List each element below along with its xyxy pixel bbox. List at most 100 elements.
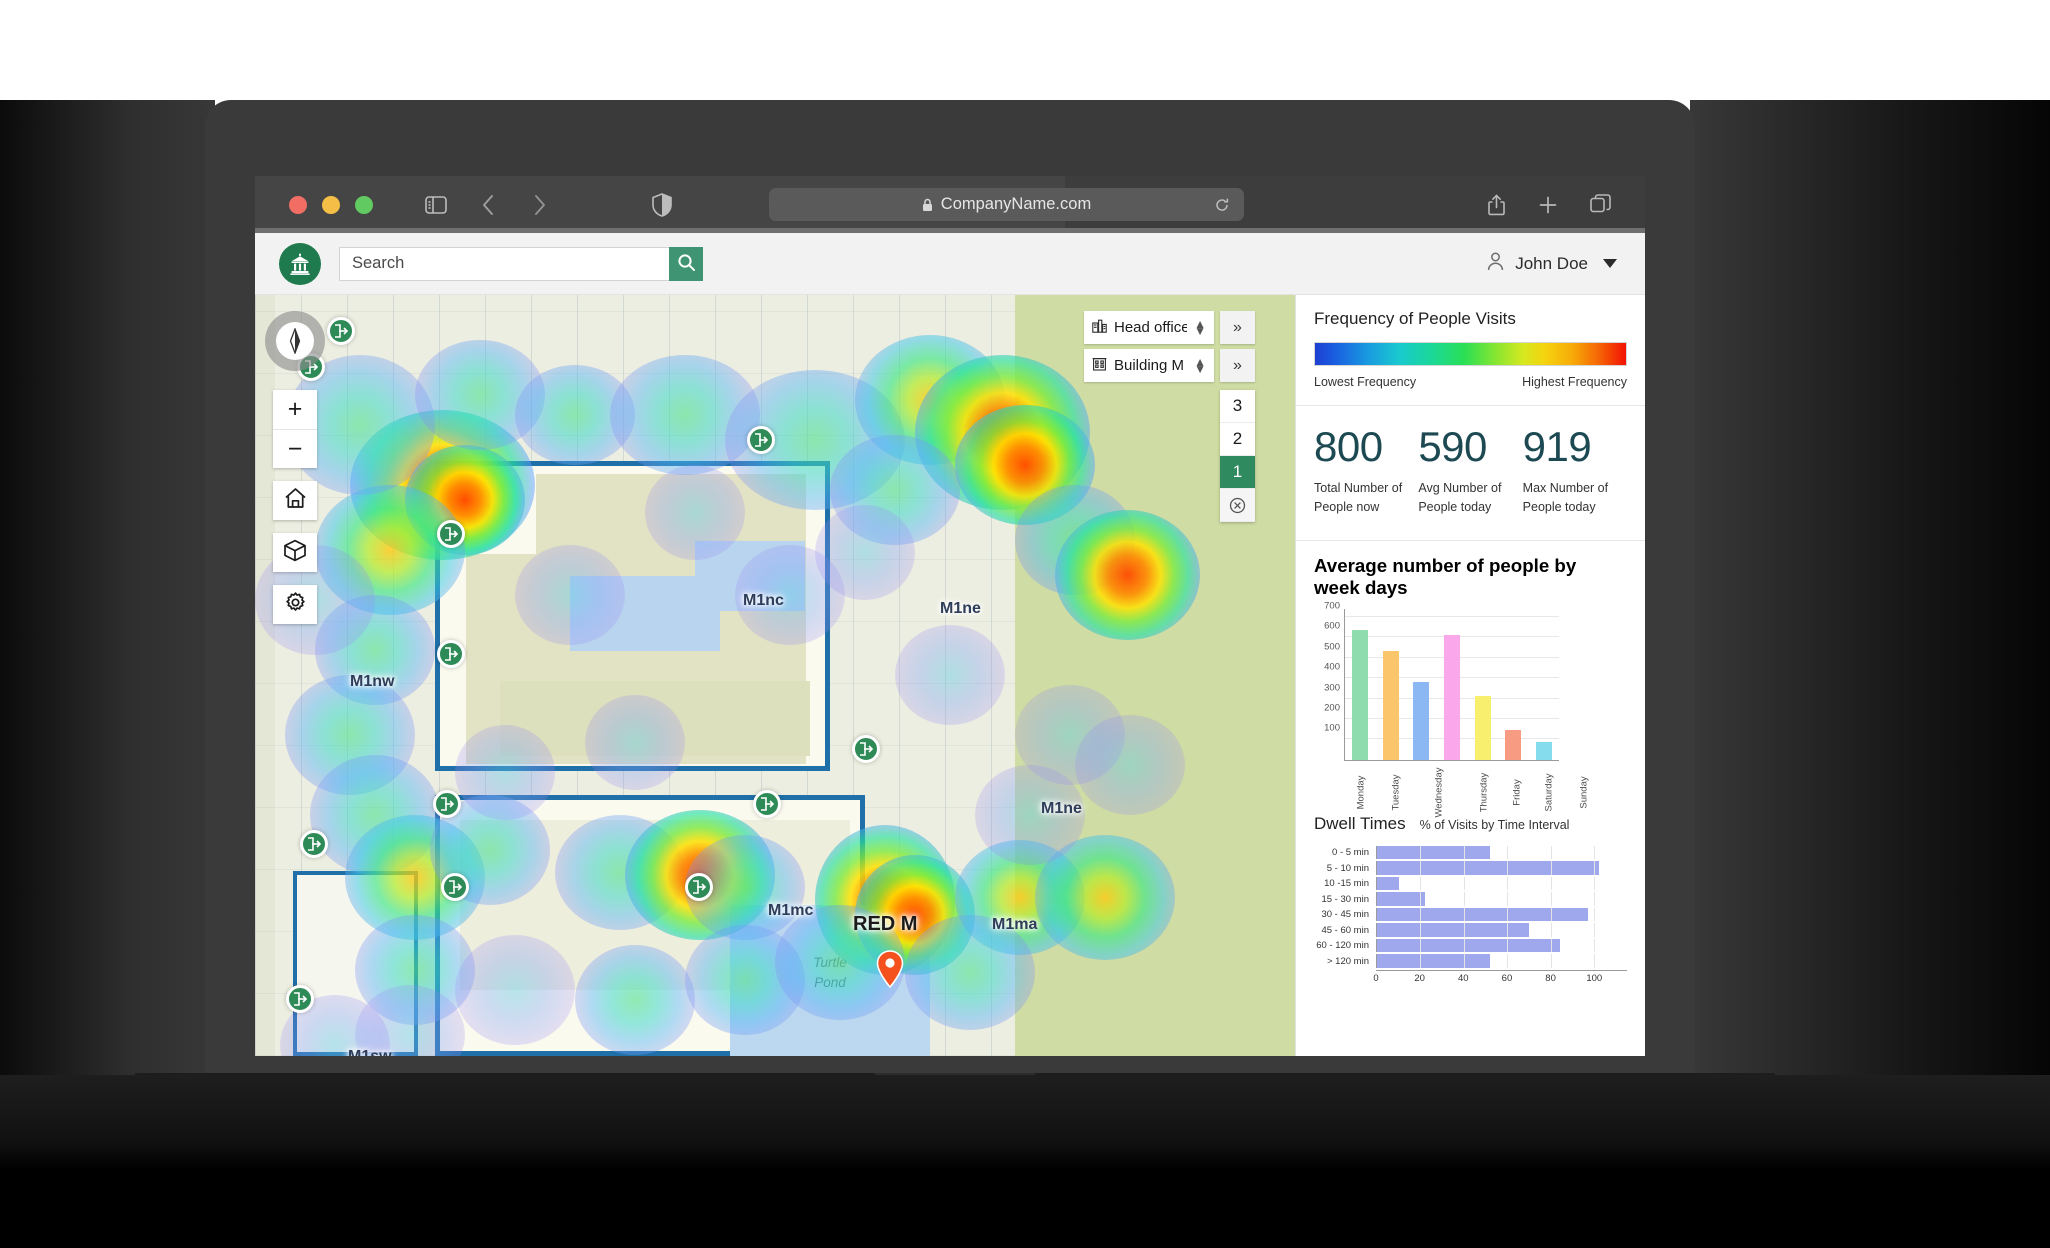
y-axis-tick: 400	[1324, 661, 1340, 673]
building-selector[interactable]: Building M ▲ ▼	[1084, 349, 1214, 382]
gridline	[1550, 923, 1552, 937]
office-selector[interactable]: Head office ▲ ▼	[1084, 311, 1214, 344]
gridline	[1420, 923, 1422, 937]
weekday-chart-xlabels: Monday Tuesday Wednesday Thursday Friday Satu…	[1344, 761, 1589, 817]
close-window-button[interactable]	[289, 195, 307, 214]
zoom-in-button[interactable]: +	[273, 390, 317, 429]
window-controls[interactable]	[289, 195, 373, 214]
floor-selector: 321	[1220, 390, 1255, 522]
x-axis-tick: 20	[1414, 972, 1425, 984]
laptop-left-shadow	[0, 100, 215, 1075]
bar[interactable]	[1474, 695, 1491, 760]
search-button[interactable]	[669, 246, 703, 281]
bar[interactable]	[1505, 729, 1522, 760]
dwell-category-label: 45 - 60 min	[1321, 924, 1369, 936]
dwell-x-axis: 0 20 40 60 80 100	[1373, 969, 1627, 984]
search-input[interactable]	[339, 246, 669, 281]
screenshot-stage: CompanyName.com Search John Doe Turtle P…	[0, 0, 2050, 1248]
dwell-bar[interactable]	[1377, 876, 1399, 891]
home-control-group	[273, 481, 317, 520]
home-button[interactable]	[273, 481, 317, 520]
laptop-right-shadow	[1690, 100, 2050, 1075]
dwell-bar[interactable]	[1377, 892, 1425, 906]
gridline	[1594, 923, 1596, 937]
floor-button-1[interactable]: 1	[1220, 456, 1255, 489]
bar[interactable]	[1413, 682, 1430, 760]
y-axis-tick: 200	[1324, 702, 1340, 714]
dwell-bar[interactable]	[1377, 954, 1491, 968]
map-exit-marker-icon[interactable]	[437, 520, 465, 548]
gridline	[1420, 845, 1422, 860]
forward-arrow-icon[interactable]	[525, 190, 555, 220]
dwell-category-label: 5 - 10 min	[1326, 862, 1369, 874]
map-exit-marker-icon[interactable]	[327, 317, 355, 345]
floor-button-2[interactable]: 2	[1220, 423, 1255, 456]
map-exit-marker-icon[interactable]	[437, 640, 465, 668]
bar[interactable]	[1444, 635, 1461, 760]
share-icon[interactable]	[1481, 190, 1511, 220]
user-menu[interactable]: John Doe	[1487, 252, 1621, 276]
compass-control[interactable]	[265, 311, 325, 371]
shield-privacy-icon[interactable]	[647, 190, 677, 220]
bar[interactable]	[1382, 650, 1399, 760]
gridline	[1420, 876, 1422, 891]
map-pin-icon[interactable]	[875, 950, 905, 989]
dwell-bar[interactable]	[1377, 845, 1491, 860]
map-exit-marker-icon[interactable]	[685, 873, 713, 901]
back-arrow-icon[interactable]	[473, 190, 503, 220]
settings-button[interactable]	[273, 585, 317, 624]
office-expand-button[interactable]: »	[1220, 311, 1255, 344]
gridline	[1507, 892, 1509, 906]
reload-icon[interactable]	[1214, 197, 1230, 213]
dwell-bar[interactable]	[1377, 923, 1530, 937]
building-outline-main	[435, 461, 830, 771]
gridline	[1420, 938, 1422, 953]
gridline	[1463, 938, 1465, 953]
home-icon	[284, 487, 307, 514]
gridline	[1507, 954, 1509, 968]
url-bar[interactable]: CompanyName.com	[769, 188, 1244, 221]
map-exit-marker-icon[interactable]	[441, 873, 469, 901]
building-expand-button[interactable]: »	[1220, 349, 1255, 382]
gridline	[1420, 954, 1422, 968]
heatmap-map[interactable]: Turtle Pond M1nw M1nc M1ne M1ne M1mc M1ma RED M…	[255, 295, 1295, 1056]
stepper-icon[interactable]: ▲ ▼	[1194, 356, 1206, 375]
highest-frequency-label: Highest Frequency	[1522, 375, 1627, 389]
map-exit-marker-icon[interactable]	[747, 426, 775, 454]
floor-button-3[interactable]: 3	[1220, 390, 1255, 423]
map-exit-marker-icon[interactable]	[433, 790, 461, 818]
gridline	[1463, 954, 1465, 968]
plus-icon[interactable]	[1533, 190, 1563, 220]
gridline	[1507, 876, 1509, 891]
map-exit-marker-icon[interactable]	[753, 790, 781, 818]
gridline	[1463, 876, 1465, 891]
bank-building-logo[interactable]	[279, 242, 321, 285]
dwell-track	[1376, 923, 1627, 937]
maximize-window-button[interactable]	[355, 195, 373, 214]
map-exit-marker-icon[interactable]	[286, 985, 314, 1013]
settings-control-group	[273, 585, 317, 624]
3d-view-button[interactable]	[273, 533, 317, 572]
dwell-row: > 120 min	[1314, 954, 1627, 968]
dwell-bar[interactable]	[1377, 907, 1588, 922]
dwell-bar[interactable]	[1377, 938, 1560, 953]
dwell-category-label: 60 - 120 min	[1316, 940, 1369, 951]
dwell-category-label: 10 -15 min	[1324, 878, 1369, 889]
close-circle-icon[interactable]	[1220, 489, 1255, 522]
gridline	[1550, 845, 1552, 860]
dwell-track	[1376, 892, 1627, 906]
sidebar-toggle-icon[interactable]	[421, 190, 451, 220]
x-axis-label: Tuesday	[1390, 774, 1402, 811]
minimize-window-button[interactable]	[322, 195, 340, 214]
tabs-overview-icon[interactable]	[1585, 190, 1615, 220]
map-exit-marker-icon[interactable]	[300, 830, 328, 858]
stepper-icon[interactable]: ▲ ▼	[1194, 318, 1206, 337]
bar[interactable]	[1535, 742, 1552, 760]
dwell-bar[interactable]	[1377, 861, 1599, 875]
x-axis-tick: 80	[1545, 972, 1556, 984]
zoom-out-button[interactable]: −	[273, 429, 317, 468]
chevron-down-icon[interactable]	[1603, 259, 1617, 268]
bar[interactable]	[1352, 630, 1369, 760]
map-exit-marker-icon[interactable]	[852, 735, 880, 763]
map-zone-label: M1mc	[768, 902, 814, 919]
